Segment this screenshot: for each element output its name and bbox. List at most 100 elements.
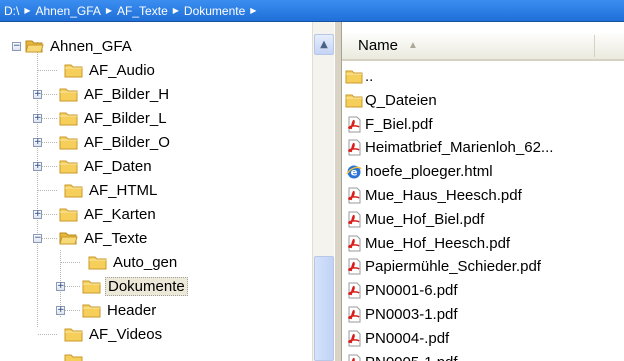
html-file-icon: e	[345, 163, 363, 180]
tree-item-ahnen-gfa[interactable]: − Ahnen_GFA	[12, 34, 134, 58]
expand-icon[interactable]: +	[33, 209, 42, 219]
pdf-file-icon	[345, 139, 363, 156]
file-list-item[interactable]: Mue_Hof_Heesch.pdf	[345, 233, 510, 254]
expand-icon[interactable]: +	[33, 161, 42, 171]
pdf-file-icon	[345, 282, 363, 299]
breadcrumb-separator-icon: ▶	[105, 6, 113, 15]
expand-icon[interactable]: +	[56, 281, 65, 291]
file-list-item[interactable]: Heimatbrief_Marienloh_62...	[345, 137, 553, 158]
breadcrumb-af-texte[interactable]: AF_Texte	[116, 4, 169, 18]
file-list-item[interactable]: PN0001-6.pdf	[345, 280, 458, 301]
folder-icon	[59, 88, 78, 102]
folder-icon	[59, 136, 78, 150]
file-name: F_Biel.pdf	[365, 115, 433, 133]
pdf-file-icon	[345, 187, 363, 204]
file-name: Heimatbrief_Marienloh_62...	[365, 139, 554, 157]
file-list-item[interactable]: Mue_Haus_Heesch.pdf	[345, 185, 522, 206]
file-list-item[interactable]: F_Biel.pdf	[345, 114, 433, 135]
folder-icon	[64, 354, 83, 361]
file-list-item[interactable]: PN0005-1.pdf	[345, 352, 458, 361]
scroll-up-button[interactable]: ▲	[314, 34, 334, 55]
folder-icon	[345, 68, 363, 85]
pdf-file-icon	[345, 330, 363, 347]
file-list-item[interactable]: Q_Dateien	[345, 90, 437, 111]
expand-icon[interactable]: +	[33, 89, 42, 99]
column-header-name[interactable]: Name ▲	[342, 31, 624, 61]
file-name: PN0004-.pdf	[365, 329, 450, 347]
file-list-item[interactable]: Mue_Hof_Biel.pdf	[345, 209, 484, 230]
file-name: Mue_Hof_Heesch.pdf	[365, 234, 511, 252]
breadcrumb-dokumente[interactable]: Dokumente	[183, 4, 246, 18]
tree-item-label: AF_Karten	[84, 205, 156, 223]
breadcrumb-ahnen-gfa[interactable]: Ahnen_GFA	[35, 4, 102, 18]
breadcrumb-drive[interactable]: D:\	[3, 4, 20, 18]
file-name: PN0003-1.pdf	[365, 306, 458, 323]
file-list-item[interactable]: e hoefe_ploeger.html	[345, 161, 493, 182]
tree-scrollbar[interactable]: ▲	[312, 22, 334, 361]
pdf-file-icon	[345, 211, 363, 228]
tree-item-label: AF_Bilder_H	[84, 85, 170, 103]
tree-item-af-bilder-o[interactable]: + AF_Bilder_O	[33, 130, 172, 154]
open-folder-icon	[25, 40, 44, 53]
pane-splitter[interactable]	[334, 22, 342, 361]
file-name: Mue_Haus_Heesch.pdf	[365, 187, 522, 204]
tree-item-label: AF_Daten	[84, 157, 152, 175]
folder-icon	[82, 304, 101, 318]
scroll-thumb[interactable]	[314, 256, 334, 361]
folder-icon	[64, 328, 83, 342]
tree-item-af-texte[interactable]: − AF_Texte	[33, 226, 149, 250]
file-list-item[interactable]: PN0003-1.pdf	[345, 304, 458, 325]
file-list-item[interactable]: Papiermühle_Schieder.pdf	[345, 256, 541, 277]
file-name: PN0005-1.pdf	[365, 354, 458, 361]
tree-item-label: AF_Texte	[84, 229, 148, 247]
pdf-file-icon	[345, 354, 363, 361]
file-name: Q_Dateien	[365, 91, 437, 109]
address-bar[interactable]: D:\ ▶ Ahnen_GFA ▶ AF_Texte ▶ Dokumente ▶	[0, 0, 624, 22]
file-list-item[interactable]: ..	[345, 66, 373, 87]
tree-item-af-audio[interactable]: AF_Audio	[64, 58, 157, 82]
pdf-file-icon	[345, 235, 363, 252]
tree-item-dokumente[interactable]: + Dokumente	[56, 274, 188, 298]
tree-item-af-daten[interactable]: + AF_Daten	[33, 154, 154, 178]
tree-item-af-karten[interactable]: + AF_Karten	[33, 202, 158, 226]
tree-item-label: AF_Videos	[89, 325, 163, 343]
open-folder-icon	[59, 232, 78, 245]
file-name: Mue_Hof_Biel.pdf	[365, 210, 485, 228]
tree-item-label: AF_Bilder_O	[84, 133, 170, 151]
breadcrumb-separator-icon: ▶	[250, 6, 257, 15]
expand-icon[interactable]: +	[33, 113, 42, 123]
tree-item-label: AF_Audio	[89, 61, 155, 79]
tree-item-af-html[interactable]: AF_HTML	[64, 178, 159, 202]
tree-item-af-bilder-l[interactable]: + AF_Bilder_L	[33, 106, 169, 130]
pdf-file-icon	[345, 306, 363, 323]
folder-icon	[345, 92, 363, 109]
folder-icon	[59, 112, 78, 126]
tree-item-label: Dokumente	[105, 276, 188, 296]
pdf-file-icon	[345, 258, 363, 275]
collapse-icon[interactable]: −	[12, 41, 21, 51]
folder-icon	[82, 280, 101, 294]
folder-icon	[64, 64, 83, 78]
tree-item-af-videos[interactable]: AF_Videos	[64, 322, 164, 346]
folder-icon	[59, 160, 78, 174]
file-name: ..	[365, 68, 374, 85]
sort-ascending-icon: ▲	[408, 39, 418, 51]
tree-item-label: Auto_gen	[113, 253, 178, 271]
tree-item-auto-gen[interactable]: Auto_gen	[88, 250, 179, 274]
tree-item-partial[interactable]	[64, 348, 87, 361]
file-name: hoefe_ploeger.html	[365, 163, 493, 181]
file-list[interactable]: Name ▲ .. Q_Dateien F_Biel.pdf Heimatbrief_…	[342, 22, 624, 361]
tree-item-label: AF_Bilder_L	[84, 109, 167, 127]
expand-icon[interactable]: +	[33, 137, 42, 147]
folder-tree[interactable]: − Ahnen_GFA AF_Audio + AF_Bilder_H + AF_…	[0, 22, 334, 361]
collapse-icon[interactable]: −	[33, 233, 42, 243]
tree-item-header[interactable]: + Header	[56, 298, 158, 322]
file-name: Papiermühle_Schieder.pdf	[365, 258, 541, 276]
tree-item-af-bilder-h[interactable]: + AF_Bilder_H	[33, 82, 171, 106]
file-name: PN0001-6.pdf	[365, 282, 458, 300]
file-list-item[interactable]: PN0004-.pdf	[345, 328, 449, 349]
expand-icon[interactable]: +	[56, 305, 65, 315]
tree-item-label: Ahnen_GFA	[50, 37, 132, 55]
tree-item-label: AF_HTML	[89, 181, 158, 199]
column-divider[interactable]	[594, 35, 595, 57]
